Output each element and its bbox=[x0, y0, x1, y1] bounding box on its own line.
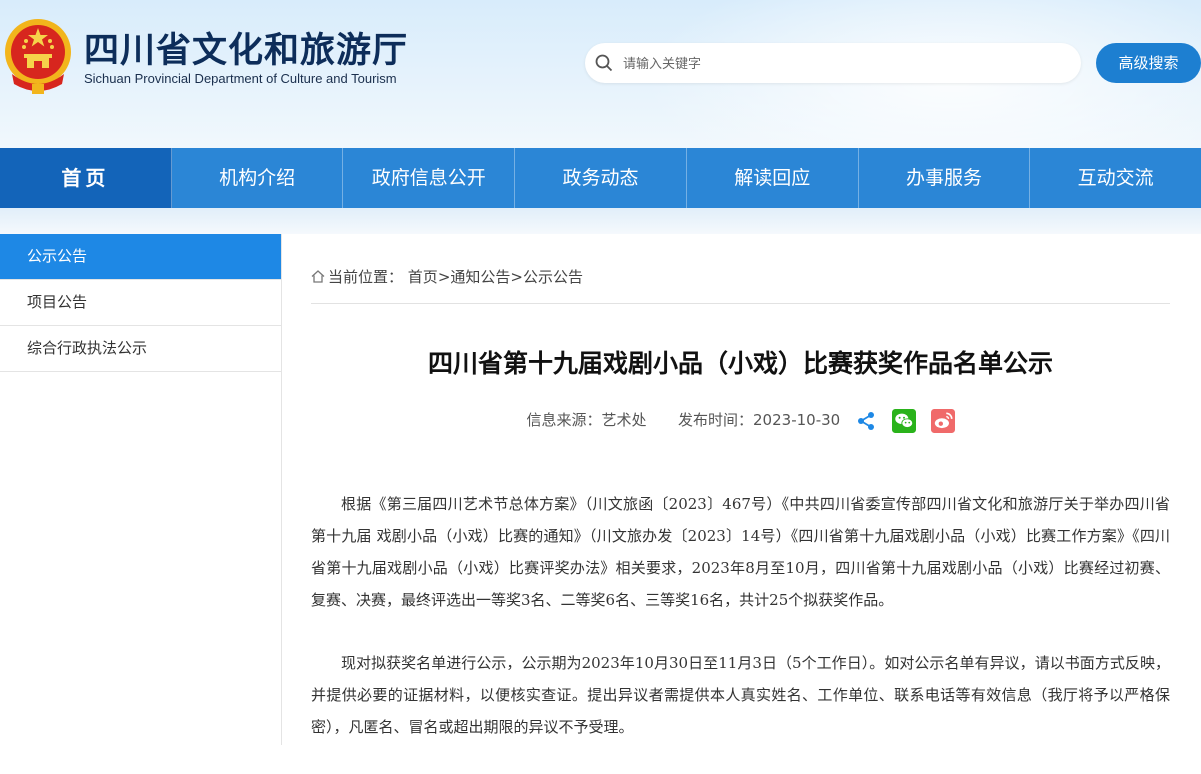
search-input[interactable] bbox=[621, 43, 1065, 85]
sidebar-item-notices[interactable]: 公示公告 bbox=[0, 234, 281, 280]
sidebar-item-projects[interactable]: 项目公告 bbox=[0, 280, 281, 326]
nav-interaction[interactable]: 互动交流 bbox=[1030, 148, 1201, 208]
article-source: 信息来源：艺术处 bbox=[526, 411, 647, 429]
divider bbox=[311, 303, 1170, 304]
advanced-search-button[interactable]: 高级搜索 bbox=[1096, 43, 1201, 83]
sidebar: 公示公告 项目公告 综合行政执法公示 bbox=[0, 234, 282, 745]
site-subtitle: Sichuan Provincial Department of Culture… bbox=[84, 71, 397, 86]
site-header: 四川省文化和旅游厅 Sichuan Provincial Department … bbox=[0, 0, 1201, 148]
breadcrumb-notices[interactable]: 通知公告 bbox=[450, 268, 510, 286]
search-icon bbox=[595, 54, 613, 72]
breadcrumb-current[interactable]: 公示公告 bbox=[523, 268, 583, 286]
search-box[interactable] bbox=[585, 43, 1081, 85]
breadcrumb: 当前位置： 首页>通知公告>公示公告 bbox=[311, 266, 583, 287]
article-meta: 信息来源：艺术处 发布时间：2023-10-30 bbox=[311, 407, 1170, 433]
main-nav: 首页 机构介绍 政府信息公开 政务动态 解读回应 办事服务 互动交流 bbox=[0, 148, 1201, 208]
article-paragraph: 根据《第三届四川艺术节总体方案》（川文旅函〔2023〕467号）《中共四川省委宣… bbox=[311, 495, 1170, 609]
article-title: 四川省第十九届戏剧小品（小戏）比赛获奖作品名单公示 bbox=[427, 349, 1053, 378]
nav-band bbox=[0, 208, 1201, 234]
nav-interpretation[interactable]: 解读回应 bbox=[687, 148, 859, 208]
site-title[interactable]: 四川省文化和旅游厅 bbox=[84, 22, 408, 73]
national-emblem-icon[interactable] bbox=[2, 14, 74, 96]
nav-news[interactable]: 政务动态 bbox=[515, 148, 687, 208]
home-icon bbox=[311, 270, 325, 283]
article-paragraph: 现对拟获奖名单进行公示，公示期为2023年10月30日至11月3日（5个工作日）… bbox=[311, 654, 1170, 736]
nav-home[interactable]: 首页 bbox=[0, 148, 172, 208]
breadcrumb-separator: > bbox=[437, 268, 451, 286]
breadcrumb-separator: > bbox=[510, 268, 523, 286]
sidebar-item-enforcement[interactable]: 综合行政执法公示 bbox=[0, 326, 281, 372]
breadcrumb-prefix: 当前位置： bbox=[328, 268, 404, 286]
wechat-icon[interactable] bbox=[891, 408, 916, 433]
article-body: 根据《第三届四川艺术节总体方案》（川文旅函〔2023〕467号）《中共四川省委宣… bbox=[311, 488, 1170, 774]
nav-gov-info[interactable]: 政府信息公开 bbox=[343, 148, 516, 208]
breadcrumb-home[interactable]: 首页 bbox=[408, 268, 438, 286]
nav-services[interactable]: 办事服务 bbox=[859, 148, 1031, 208]
weibo-icon[interactable] bbox=[930, 408, 955, 433]
share-icon[interactable] bbox=[855, 410, 877, 432]
nav-about[interactable]: 机构介绍 bbox=[172, 148, 344, 208]
article-date: 发布时间：2023-10-30 bbox=[678, 411, 841, 429]
